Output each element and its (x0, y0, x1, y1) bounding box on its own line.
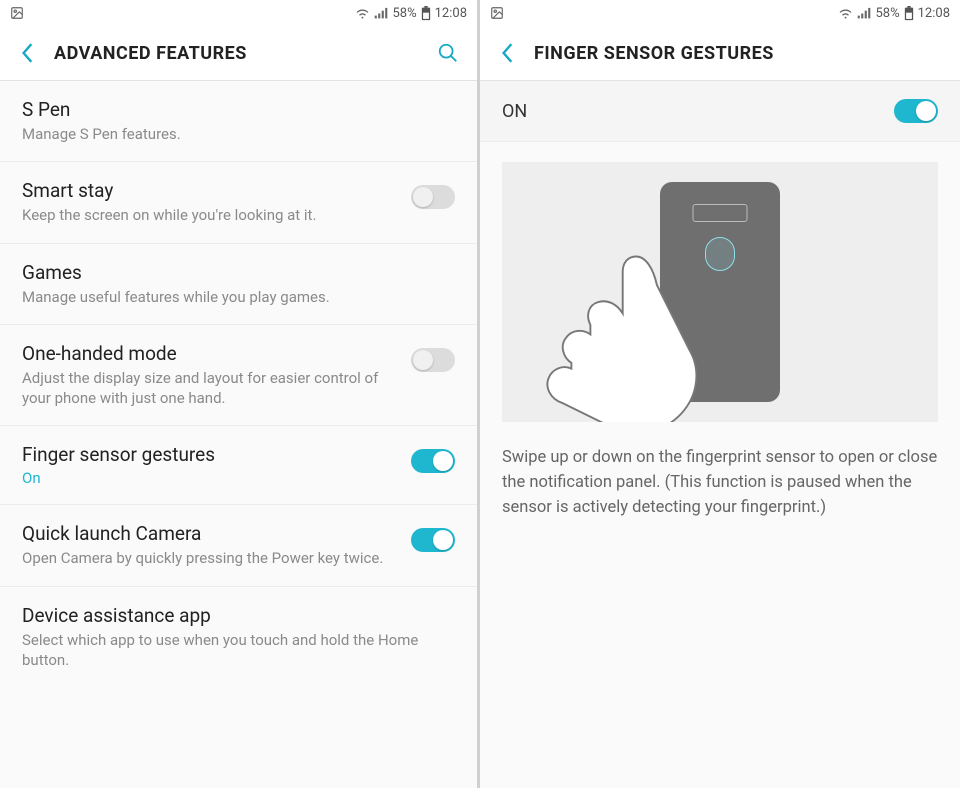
item-smart-stay[interactable]: Smart stay Keep the screen on while you'… (0, 162, 477, 243)
battery-percent: 58% (392, 6, 416, 21)
master-toggle-row[interactable]: ON (480, 81, 960, 142)
back-button[interactable] (14, 39, 42, 67)
page-title: FINGER SENSOR GESTURES (534, 43, 946, 64)
item-title: Quick launch Camera (22, 522, 399, 545)
status-bar: 58% 12:08 (0, 0, 477, 26)
item-games[interactable]: Games Manage useful features while you p… (0, 244, 477, 325)
gesture-description: Swipe up or down on the fingerprint sens… (480, 432, 960, 534)
item-finger-sensor-gestures[interactable]: Finger sensor gestures On (0, 426, 477, 505)
item-sub: Manage S Pen features. (22, 124, 443, 144)
item-sub: Open Camera by quickly pressing the Powe… (22, 548, 399, 568)
wifi-icon (838, 7, 853, 20)
hand-icon (522, 242, 712, 422)
toggle-quick-launch-camera[interactable] (411, 528, 455, 552)
clock: 12:08 (918, 6, 950, 21)
gesture-illustration (502, 162, 938, 422)
toggle-one-handed[interactable] (411, 348, 455, 372)
signal-icon (374, 7, 388, 20)
header: ADVANCED FEATURES (0, 26, 477, 81)
screen-advanced-features: 58% 12:08 ADVANCED FEATURES S Pen Manage… (0, 0, 480, 788)
battery-percent: 58% (875, 6, 899, 21)
back-button[interactable] (494, 39, 522, 67)
toggle-finger-sensor[interactable] (411, 449, 455, 473)
item-status: On (22, 469, 399, 487)
item-device-assistance-app[interactable]: Device assistance app Select which app t… (0, 587, 477, 688)
item-title: Device assistance app (22, 604, 443, 627)
item-one-handed-mode[interactable]: One-handed mode Adjust the display size … (0, 325, 477, 427)
signal-icon (857, 7, 871, 20)
screen-finger-sensor-gestures: 58% 12:08 FINGER SENSOR GESTURES ON S (480, 0, 960, 788)
search-button[interactable] (433, 38, 463, 68)
item-s-pen[interactable]: S Pen Manage S Pen features. (0, 81, 477, 162)
settings-list[interactable]: S Pen Manage S Pen features. Smart stay … (0, 81, 477, 788)
wifi-icon (355, 7, 370, 20)
picture-icon (490, 6, 504, 20)
battery-icon (421, 6, 431, 21)
clock: 12:08 (435, 6, 467, 21)
item-title: Finger sensor gestures (22, 443, 399, 466)
item-title: One-handed mode (22, 342, 399, 365)
item-quick-launch-camera[interactable]: Quick launch Camera Open Camera by quick… (0, 505, 477, 586)
item-title: Games (22, 261, 443, 284)
picture-icon (10, 6, 24, 20)
item-sub: Select which app to use when you touch a… (22, 630, 443, 671)
page-title: ADVANCED FEATURES (54, 43, 433, 64)
on-label: ON (502, 101, 894, 122)
item-title: S Pen (22, 98, 443, 121)
item-sub: Keep the screen on while you're looking … (22, 205, 399, 225)
item-sub: Adjust the display size and layout for e… (22, 368, 399, 409)
item-title: Smart stay (22, 179, 399, 202)
toggle-smart-stay[interactable] (411, 185, 455, 209)
status-bar: 58% 12:08 (480, 0, 960, 26)
battery-icon (904, 6, 914, 21)
toggle-master[interactable] (894, 99, 938, 123)
detail-content: ON Swipe up or down on the fingerprint s… (480, 81, 960, 788)
header: FINGER SENSOR GESTURES (480, 26, 960, 81)
item-sub: Manage useful features while you play ga… (22, 287, 443, 307)
